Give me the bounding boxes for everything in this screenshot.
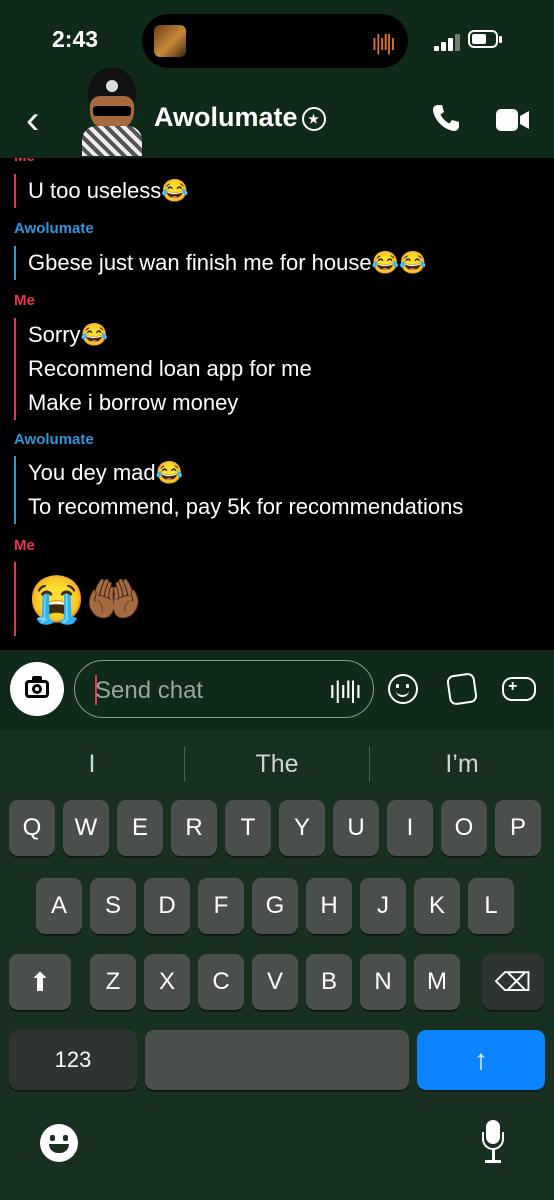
voice-note-icon[interactable]: ı|ıl|ı: [329, 677, 362, 705]
sender-label: Awolumate: [14, 431, 94, 448]
suggestion-2[interactable]: The: [185, 730, 369, 800]
star-badge-icon: ★: [301, 106, 326, 131]
send-chat-placeholder: Send chat: [95, 677, 204, 704]
message-text: To recommend, pay 5k for recommendations: [28, 494, 464, 519]
key-c[interactable]: C: [198, 954, 244, 1010]
key-i[interactable]: I: [387, 800, 433, 856]
key-t[interactable]: T: [225, 800, 271, 856]
numbers-key[interactable]: 123: [9, 1030, 137, 1090]
key-h[interactable]: H: [306, 878, 352, 934]
sender-label: Me: [14, 292, 35, 309]
keyboard: I The I’m Q W E R T Y U I O P A S D F G …: [0, 730, 554, 1200]
video-call-icon[interactable]: [496, 108, 530, 132]
key-a[interactable]: A: [36, 878, 82, 934]
message-bubble[interactable]: U too useless😂: [14, 174, 189, 208]
send-key[interactable]: ↑: [417, 1030, 545, 1090]
message-bubble[interactable]: Gbese just wan finish me for house😂😂: [14, 246, 426, 280]
key-x[interactable]: X: [144, 954, 190, 1010]
sender-label: Awolumate: [14, 220, 94, 237]
shift-key[interactable]: ⬆: [9, 954, 71, 1010]
key-j[interactable]: J: [360, 878, 406, 934]
message-text: Make i borrow money: [28, 390, 239, 415]
key-l[interactable]: L: [468, 878, 514, 934]
sender-label: Me: [14, 158, 35, 165]
key-k[interactable]: K: [414, 878, 460, 934]
emoji-keyboard-icon[interactable]: [40, 1124, 78, 1162]
sender-label: Me: [14, 537, 35, 554]
key-b[interactable]: B: [306, 954, 352, 1010]
battery-icon: [468, 30, 502, 48]
message-list[interactable]: Me U too useless😂 Awolumate Gbese just w…: [0, 158, 554, 650]
key-v[interactable]: V: [252, 954, 298, 1010]
suggestion-1[interactable]: I: [0, 730, 184, 800]
key-u[interactable]: U: [333, 800, 379, 856]
message-text: 😭🤲🏾: [28, 573, 143, 625]
message-text: Sorry😂: [28, 322, 108, 347]
message-text: You dey mad😂: [28, 460, 184, 485]
message-text: Gbese just wan finish me for house😂😂: [28, 250, 427, 275]
message-text: Recommend loan app for me: [28, 356, 312, 381]
message-bubble[interactable]: Sorry😂 Recommend loan app for me Make i …: [14, 318, 312, 420]
key-f[interactable]: F: [198, 878, 244, 934]
signal-icon: [434, 33, 462, 51]
audio-wave-icon: ı|ıl|ı: [371, 30, 396, 55]
contact-name[interactable]: Awolumate ★: [154, 102, 326, 133]
back-chevron-icon[interactable]: ‹: [26, 100, 39, 140]
message-bubble[interactable]: 😭🤲🏾: [14, 562, 143, 636]
space-bar[interactable]: [145, 1030, 409, 1090]
suggestion-3[interactable]: I’m: [370, 730, 554, 800]
games-icon[interactable]: [502, 677, 536, 701]
key-o[interactable]: O: [441, 800, 487, 856]
message-bubble[interactable]: You dey mad😂 To recommend, pay 5k for re…: [14, 456, 463, 524]
phone-call-icon[interactable]: [430, 102, 462, 134]
send-chat-input[interactable]: Send chat ı|ıl|ı: [74, 660, 374, 718]
key-n[interactable]: N: [360, 954, 406, 1010]
key-q[interactable]: Q: [9, 800, 55, 856]
key-w[interactable]: W: [63, 800, 109, 856]
message-text: U too useless😂: [28, 178, 189, 203]
dictation-mic-icon[interactable]: [482, 1120, 504, 1164]
contact-name-text: Awolumate: [154, 102, 298, 132]
status-time: 2:43: [52, 26, 99, 52]
dynamic-island[interactable]: ı|ıl|ı: [142, 14, 408, 68]
emoji-icon[interactable]: [388, 674, 418, 704]
key-g[interactable]: G: [252, 878, 298, 934]
key-m[interactable]: M: [414, 954, 460, 1010]
camera-button[interactable]: [10, 662, 64, 716]
key-s[interactable]: S: [90, 878, 136, 934]
delete-key[interactable]: ⌫: [482, 954, 544, 1010]
key-y[interactable]: Y: [279, 800, 325, 856]
key-z[interactable]: Z: [90, 954, 136, 1010]
key-r[interactable]: R: [171, 800, 217, 856]
avatar[interactable]: [78, 68, 148, 156]
sticker-icon[interactable]: [446, 672, 478, 706]
key-e[interactable]: E: [117, 800, 163, 856]
now-playing-artwork: [154, 25, 186, 57]
chat-header: ‹ Awolumate ★: [0, 68, 554, 158]
key-p[interactable]: P: [495, 800, 541, 856]
key-d[interactable]: D: [144, 878, 190, 934]
chat-composer: Send chat ı|ıl|ı: [0, 650, 554, 730]
